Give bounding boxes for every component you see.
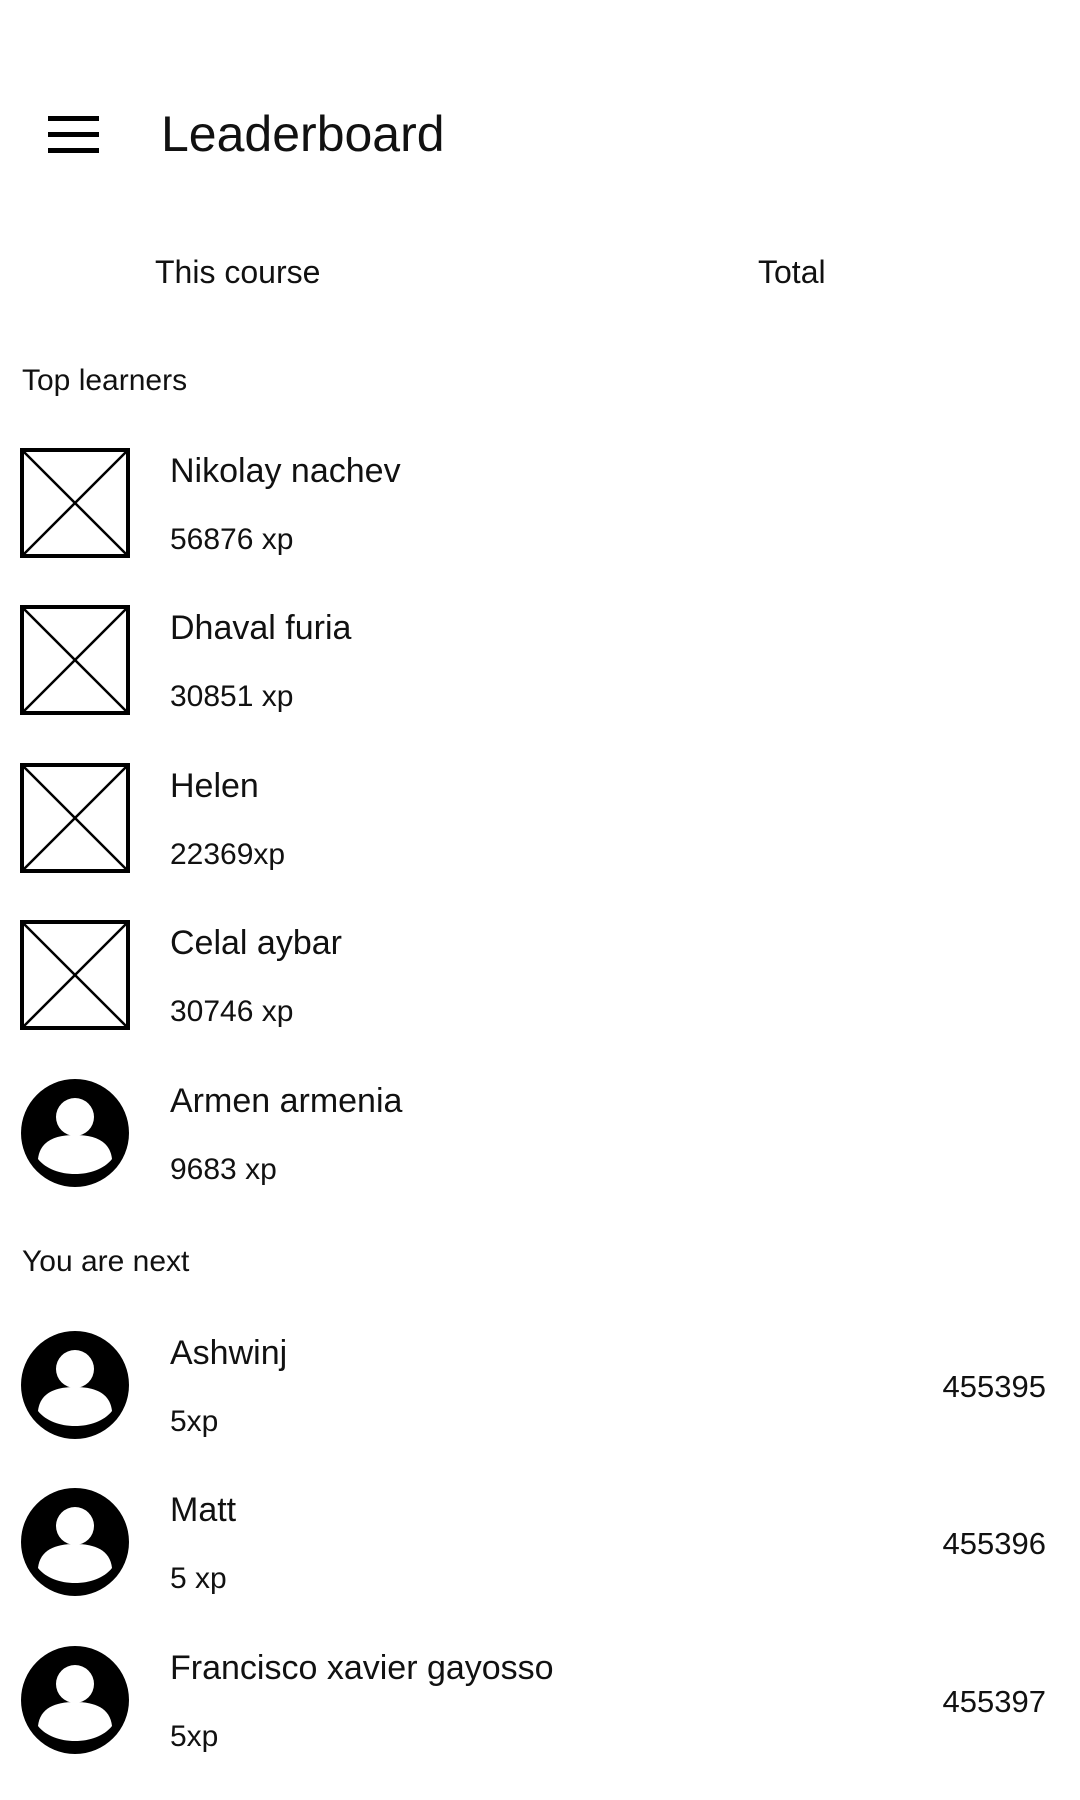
image-placeholder-icon — [20, 763, 130, 873]
hamburger-menu-icon[interactable] — [48, 116, 99, 154]
list-item[interactable]: Armen armenia 9683 xp — [0, 1078, 1080, 1208]
learner-xp: 30851 xp — [170, 680, 294, 713]
learner-xp: 5xp — [170, 1405, 219, 1438]
tab-total[interactable]: Total — [758, 252, 826, 292]
user-avatar-icon — [20, 1330, 130, 1440]
image-placeholder-icon — [20, 920, 130, 1030]
user-avatar-icon — [20, 1078, 130, 1188]
section-label-top-learners: Top learners — [22, 364, 188, 397]
image-placeholder-icon — [20, 605, 130, 715]
user-avatar-icon — [20, 1645, 130, 1755]
section-label-you-are-next: You are next — [22, 1245, 190, 1278]
list-item[interactable]: Ashwinj 5xp 455395 — [0, 1330, 1080, 1460]
learner-rank: 455397 — [942, 1684, 1046, 1719]
learner-xp: 5 xp — [170, 1562, 227, 1595]
list-item[interactable]: Matt 5 xp 455396 — [0, 1487, 1080, 1617]
learner-name: Ashwinj — [170, 1334, 288, 1372]
learner-rank: 455396 — [942, 1526, 1046, 1561]
user-avatar-icon — [20, 1487, 130, 1597]
learner-name: Francisco xavier gayosso — [170, 1649, 554, 1687]
page-title: Leaderboard — [161, 106, 445, 162]
list-item[interactable]: Francisco xavier gayosso 5xp 455397 — [0, 1645, 1080, 1775]
learner-xp: 9683 xp — [170, 1153, 277, 1186]
app-bar: Leaderboard — [0, 0, 1080, 270]
learner-xp: 22369xp — [170, 838, 286, 871]
learner-xp: 5xp — [170, 1720, 219, 1753]
learner-name: Helen — [170, 767, 259, 805]
learner-name: Dhaval furia — [170, 609, 352, 647]
list-item[interactable]: Dhaval furia 30851 xp — [0, 605, 1080, 735]
list-item[interactable]: Helen 22369xp — [0, 763, 1080, 893]
learner-xp: 30746 xp — [170, 995, 294, 1028]
tab-this-course[interactable]: This course — [155, 252, 320, 292]
list-item[interactable]: Celal aybar 30746 xp — [0, 920, 1080, 1050]
image-placeholder-icon — [20, 448, 130, 558]
learner-name: Armen armenia — [170, 1082, 403, 1120]
list-item[interactable]: Nikolay nachev 56876 xp — [0, 448, 1080, 578]
learner-rank: 455395 — [942, 1369, 1046, 1404]
learner-name: Matt — [170, 1491, 237, 1529]
learner-name: Celal aybar — [170, 924, 342, 962]
learner-xp: 56876 xp — [170, 523, 294, 556]
learner-name: Nikolay nachev — [170, 452, 401, 490]
